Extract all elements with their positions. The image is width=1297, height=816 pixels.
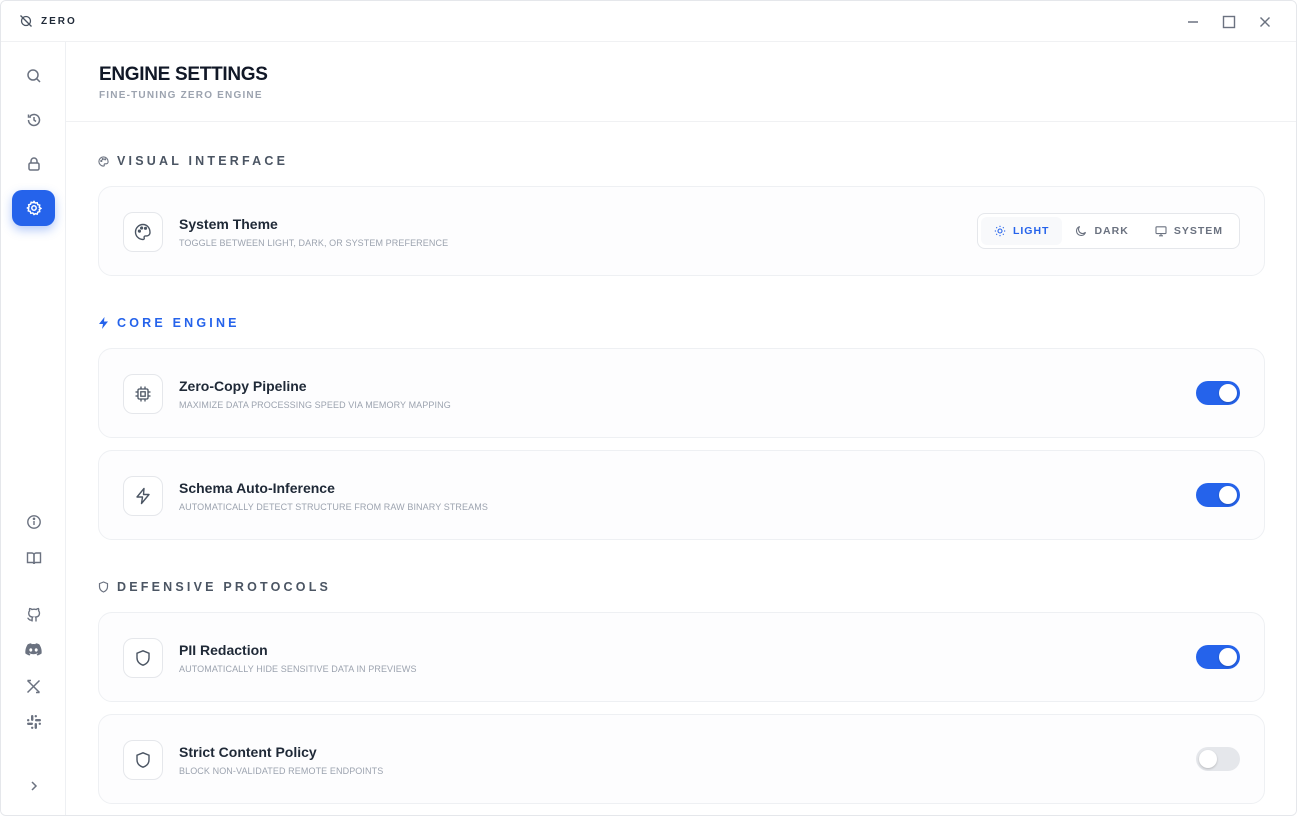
lightning-icon xyxy=(134,487,152,505)
page-title: ENGINE SETTINGS xyxy=(99,64,268,85)
schema-auto-inference-toggle[interactable] xyxy=(1196,483,1240,507)
maximize-icon xyxy=(1222,15,1236,29)
maximize-button[interactable] xyxy=(1219,12,1239,32)
info-icon xyxy=(26,514,42,530)
theme-segmented-control: LIGHT DARK SYSTEM xyxy=(976,213,1240,249)
book-icon xyxy=(26,550,42,566)
setting-card-pii-redaction: PII Redaction AUTOMATICALLY HIDE SENSITI… xyxy=(98,612,1265,702)
theme-option-label: SYSTEM xyxy=(1173,225,1223,237)
sidebar-docs-button[interactable] xyxy=(12,540,55,576)
app-window: ZERO ENGINE SETTINGS FINE-TUNING ZERO EN… xyxy=(0,0,1297,816)
github-icon xyxy=(26,606,42,622)
sidebar-history-button[interactable] xyxy=(12,102,55,138)
shield-icon xyxy=(98,581,109,593)
theme-option-light[interactable]: LIGHT xyxy=(980,217,1063,245)
shield-icon xyxy=(134,751,152,769)
strict-content-policy-toggle[interactable] xyxy=(1196,747,1240,771)
toggle-knob xyxy=(1219,384,1237,402)
setting-description: AUTOMATICALLY HIDE SENSITIVE DATA IN PRE… xyxy=(179,664,417,674)
sidebar-x-button[interactable] xyxy=(12,668,55,704)
gear-icon xyxy=(25,200,42,216)
sidebar-discord-button[interactable] xyxy=(12,632,55,668)
setting-title: Zero-Copy Pipeline xyxy=(179,378,307,394)
theme-option-label: LIGHT xyxy=(1012,225,1050,237)
palette-icon xyxy=(134,223,152,241)
theme-option-system[interactable]: SYSTEM xyxy=(1142,217,1236,245)
sidebar-github-button[interactable] xyxy=(12,596,55,632)
sidebar-search-button[interactable] xyxy=(12,58,55,94)
pii-redaction-toggle[interactable] xyxy=(1196,645,1240,669)
setting-card-zero-copy-pipeline: Zero-Copy Pipeline MAXIMIZE DATA PROCESS… xyxy=(98,348,1265,438)
toggle-knob xyxy=(1219,648,1237,666)
section-defensive-protocols: DEFENSIVE PROTOCOLS xyxy=(98,580,331,594)
card-icon-box xyxy=(123,212,163,252)
zero-logo-icon xyxy=(19,14,33,28)
minimize-icon xyxy=(1186,15,1200,29)
history-icon xyxy=(26,112,42,128)
setting-title: System Theme xyxy=(179,216,278,232)
search-icon xyxy=(26,68,42,84)
setting-description: TOGGLE BETWEEN LIGHT, DARK, OR SYSTEM PR… xyxy=(179,238,449,248)
setting-card-strict-content-policy: Strict Content Policy BLOCK NON-VALIDATE… xyxy=(98,714,1265,804)
card-icon-box xyxy=(123,638,163,678)
section-core-engine: CORE ENGINE xyxy=(98,316,240,330)
setting-description: BLOCK NON-VALIDATED REMOTE ENDPOINTS xyxy=(179,766,384,776)
sidebar-settings-button[interactable] xyxy=(12,190,55,226)
section-title: CORE ENGINE xyxy=(117,316,240,330)
minimize-button-alt[interactable] xyxy=(1183,12,1203,32)
setting-title: Strict Content Policy xyxy=(179,744,317,760)
section-title: VISUAL INTERFACE xyxy=(117,154,289,168)
toggle-knob xyxy=(1219,486,1237,504)
setting-card-schema-auto-inference: Schema Auto-Inference AUTOMATICALLY DETE… xyxy=(98,450,1265,540)
moon-icon xyxy=(1075,225,1087,237)
sidebar-lock-button[interactable] xyxy=(12,146,55,182)
setting-description: AUTOMATICALLY DETECT STRUCTURE FROM RAW … xyxy=(179,502,488,512)
card-icon-box xyxy=(123,740,163,780)
card-icon-box xyxy=(123,476,163,516)
lightning-icon xyxy=(98,317,109,329)
zero-copy-pipeline-toggle[interactable] xyxy=(1196,381,1240,405)
discord-icon xyxy=(25,643,42,657)
toggle-knob xyxy=(1199,750,1217,768)
section-title: DEFENSIVE PROTOCOLS xyxy=(117,580,332,594)
palette-icon xyxy=(98,155,109,167)
close-button[interactable] xyxy=(1255,12,1275,32)
title-bar: ZERO xyxy=(1,1,1296,42)
card-icon-box xyxy=(123,374,163,414)
sidebar-info-button[interactable] xyxy=(12,504,55,540)
setting-description: MAXIMIZE DATA PROCESSING SPEED VIA MEMOR… xyxy=(179,400,451,410)
close-icon xyxy=(1258,15,1272,29)
app-brand: ZERO xyxy=(19,14,77,28)
setting-title: PII Redaction xyxy=(179,642,268,658)
page-subtitle: FINE-TUNING ZERO ENGINE xyxy=(99,90,263,101)
lock-icon xyxy=(26,156,42,172)
slack-icon xyxy=(26,714,42,730)
sidebar-expand-button[interactable] xyxy=(12,768,55,804)
cpu-icon xyxy=(134,385,152,403)
setting-card-system-theme: System Theme TOGGLE BETWEEN LIGHT, DARK,… xyxy=(98,186,1265,276)
theme-option-label: DARK xyxy=(1094,225,1129,237)
sidebar-slack-button[interactable] xyxy=(12,704,55,740)
main-content: ENGINE SETTINGS FINE-TUNING ZERO ENGINE … xyxy=(66,42,1296,815)
section-visual-interface: VISUAL INTERFACE xyxy=(98,154,288,168)
setting-title: Schema Auto-Inference xyxy=(179,480,335,496)
page-header: ENGINE SETTINGS FINE-TUNING ZERO ENGINE xyxy=(66,42,1296,122)
sun-icon xyxy=(994,225,1006,237)
theme-option-dark[interactable]: DARK xyxy=(1062,217,1141,245)
sidebar xyxy=(1,42,66,815)
chevron-right-icon xyxy=(27,779,41,793)
shield-icon xyxy=(134,649,152,667)
monitor-icon xyxy=(1155,225,1167,237)
x-icon xyxy=(26,679,41,694)
app-name: ZERO xyxy=(41,15,77,27)
